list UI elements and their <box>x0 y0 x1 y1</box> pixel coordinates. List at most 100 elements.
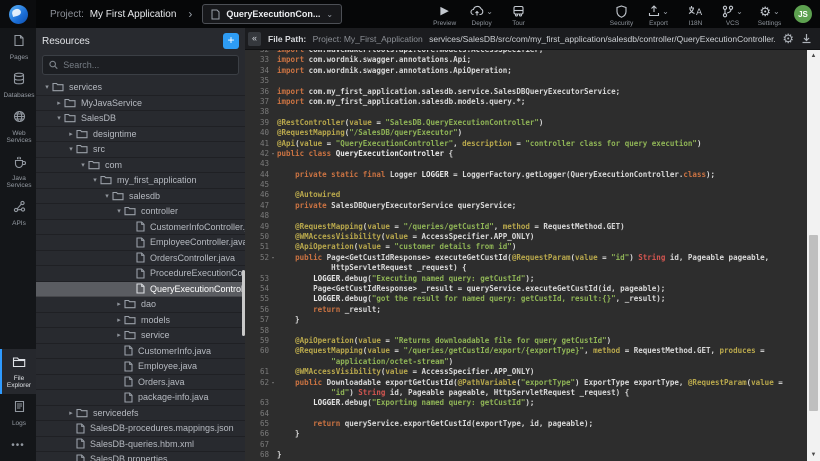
code-text: @ApiOperation(value = "Returns downloada… <box>277 336 807 346</box>
add-resource-button[interactable]: + <box>223 33 239 49</box>
collapse-panel-button[interactable]: « <box>248 32 261 46</box>
file-icon <box>136 252 145 263</box>
tree-item-services[interactable]: ▾ services <box>36 80 245 96</box>
tree-item-customerinfo-java[interactable]: CustomerInfo.java <box>36 344 245 360</box>
rail-item-apis[interactable]: APIs <box>0 194 36 232</box>
topbar-left-actions: ▶ Preview⌄ Deploy Tour <box>426 2 537 27</box>
tree-item-com[interactable]: ▾ com <box>36 158 245 174</box>
caret-down-icon[interactable]: ▾ <box>78 161 88 169</box>
line-number: 39 <box>245 118 269 128</box>
logs-icon <box>14 400 25 418</box>
editor-scrollbar-thumb[interactable] <box>809 235 818 411</box>
deploy-icon: ⌄ <box>470 5 493 18</box>
topbar-settings-button[interactable]: ⚙⌄ Settings <box>751 2 788 27</box>
rail-item-logs[interactable]: Logs <box>0 394 36 432</box>
tree-item-dao[interactable]: ▸ dao <box>36 297 245 313</box>
line-number: 66 <box>245 429 269 439</box>
caret-down-icon[interactable]: ▾ <box>114 207 124 215</box>
editor-scrollbar[interactable]: ▲ ▼ <box>807 50 820 461</box>
caret-down-icon[interactable]: ▾ <box>66 145 76 153</box>
tree-item-customerinfocontroller-java[interactable]: CustomerInfoController.java <box>36 220 245 236</box>
caret-right-icon[interactable]: ▸ <box>114 300 124 308</box>
tree-item-servicedefs[interactable]: ▸ servicedefs <box>36 406 245 422</box>
code-line: 52- public Page<GetCustIdResponse> execu… <box>245 253 807 263</box>
fold-marker-icon[interactable]: - <box>269 149 277 159</box>
download-file-icon[interactable] <box>801 33 812 44</box>
fold-marker-icon[interactable]: - <box>269 253 277 263</box>
tree-item-procedureexecutioncontroller-java[interactable]: ProcedureExecutionController.java <box>36 266 245 282</box>
tree-item-salesdb-queries-hbm-xml[interactable]: SalesDB-queries.hbm.xml <box>36 437 245 453</box>
topbar-export-button[interactable]: ⌄ Export <box>640 2 677 27</box>
open-file-dropdown[interactable]: QueryExecutionCon... ⌄ <box>202 4 342 24</box>
rail-bottom-items: FileExplorer Logs <box>0 349 36 432</box>
wavemaker-logo[interactable] <box>0 0 36 28</box>
caret-down-icon[interactable]: ▾ <box>54 114 64 122</box>
caret-right-icon[interactable]: ▸ <box>66 409 76 417</box>
tree-item-src[interactable]: ▾ src <box>36 142 245 158</box>
topbar-deploy-button[interactable]: ⌄ Deploy <box>463 2 500 27</box>
code-line: HttpServletRequest _request) { <box>245 263 807 273</box>
caret-down-icon[interactable]: ▾ <box>102 192 112 200</box>
tree-item-label: CustomerInfoController.java <box>150 222 245 232</box>
code-line: 65 return queryService.exportGetCustId(e… <box>245 419 807 429</box>
rail-more-button[interactable]: ••• <box>0 432 36 461</box>
tree-item-service[interactable]: ▸ service <box>36 328 245 344</box>
tree-item-package-info-java[interactable]: package-info.java <box>36 390 245 406</box>
code-line: 45 <box>245 180 807 190</box>
tree-item-employeecontroller-java[interactable]: EmployeeController.java <box>36 235 245 251</box>
code-text: "application/octet-stream") <box>277 357 807 367</box>
rail-item-web-services[interactable]: WebServices <box>0 104 36 149</box>
tree-item-salesdb-procedures-mappings-json[interactable]: SalesDB-procedures.mappings.json <box>36 421 245 437</box>
code-line: 53 LOGGER.debug("Executing named query: … <box>245 274 807 284</box>
caret-down-icon[interactable]: ▾ <box>42 83 52 91</box>
tree-item-queryexecutioncontroller-java[interactable]: QueryExecutionController.java <box>36 282 245 298</box>
rail-item-file-explorer[interactable]: FileExplorer <box>0 349 36 394</box>
tree-item-employee-java[interactable]: Employee.java <box>36 359 245 375</box>
preview-icon: ▶ <box>440 5 448 18</box>
line-number <box>245 388 269 398</box>
topbar-vcs-button[interactable]: ⌄ VCS <box>714 2 751 27</box>
search-input[interactable] <box>63 60 232 70</box>
tree-item-myjavaservice[interactable]: ▸ MyJavaService <box>36 96 245 112</box>
user-avatar[interactable]: JS <box>794 5 812 23</box>
project-breadcrumb: Project: My First Application <box>50 9 176 20</box>
tree-item-salesdb-properties[interactable]: SalesDB.properties <box>36 452 245 461</box>
code-line: 38 <box>245 107 807 117</box>
tree-item-orderscontroller-java[interactable]: OrdersController.java <box>36 251 245 267</box>
rail-item-databases[interactable]: Databases <box>0 66 36 104</box>
tree-item-my-first-application[interactable]: ▾ my_first_application <box>36 173 245 189</box>
tree-item-controller[interactable]: ▾ controller <box>36 204 245 220</box>
tree-item-salesdb[interactable]: ▾ SalesDB <box>36 111 245 127</box>
code-text: return _result; <box>277 305 807 315</box>
rail-item-pages[interactable]: Pages <box>0 28 36 66</box>
tour-icon <box>512 5 525 18</box>
tree-item-label: controller <box>141 206 178 216</box>
fold-marker-icon[interactable]: - <box>269 378 277 388</box>
scroll-down-arrow-icon[interactable]: ▼ <box>807 449 820 461</box>
file-path-project: Project: My_First_Application <box>313 34 423 44</box>
topbar-preview-button[interactable]: ▶ Preview <box>426 2 463 27</box>
caret-down-icon[interactable]: ▾ <box>90 176 100 184</box>
line-number: 43 <box>245 159 269 169</box>
file-icon <box>76 454 85 461</box>
tree-item-designtime[interactable]: ▸ designtime <box>36 127 245 143</box>
tree-item-orders-java[interactable]: Orders.java <box>36 375 245 391</box>
line-number: 44 <box>245 170 269 180</box>
caret-right-icon[interactable]: ▸ <box>54 99 64 107</box>
tree-item-salesdb[interactable]: ▾ salesdb <box>36 189 245 205</box>
resources-search[interactable] <box>42 55 239 75</box>
rail-item-java-services[interactable]: JavaServices <box>0 149 36 194</box>
caret-right-icon[interactable]: ▸ <box>114 331 124 339</box>
topbar-i18n-button[interactable]: A I18N <box>677 2 714 27</box>
caret-right-icon[interactable]: ▸ <box>114 316 124 324</box>
code-editor[interactable]: 32import com.wavemaker.tools.api.core.mo… <box>245 50 820 461</box>
line-number: 56 <box>245 305 269 315</box>
file-tree: ▾ services▸ MyJavaService▾ SalesDB▸ desi… <box>36 80 245 461</box>
caret-right-icon[interactable]: ▸ <box>66 130 76 138</box>
i18n-label: I18N <box>689 20 703 27</box>
file-settings-icon[interactable]: ⚙ <box>782 32 794 45</box>
topbar-tour-button[interactable]: Tour <box>500 2 537 27</box>
scroll-up-arrow-icon[interactable]: ▲ <box>807 50 820 62</box>
topbar-security-button[interactable]: Security <box>603 2 640 27</box>
tree-item-models[interactable]: ▸ models <box>36 313 245 329</box>
